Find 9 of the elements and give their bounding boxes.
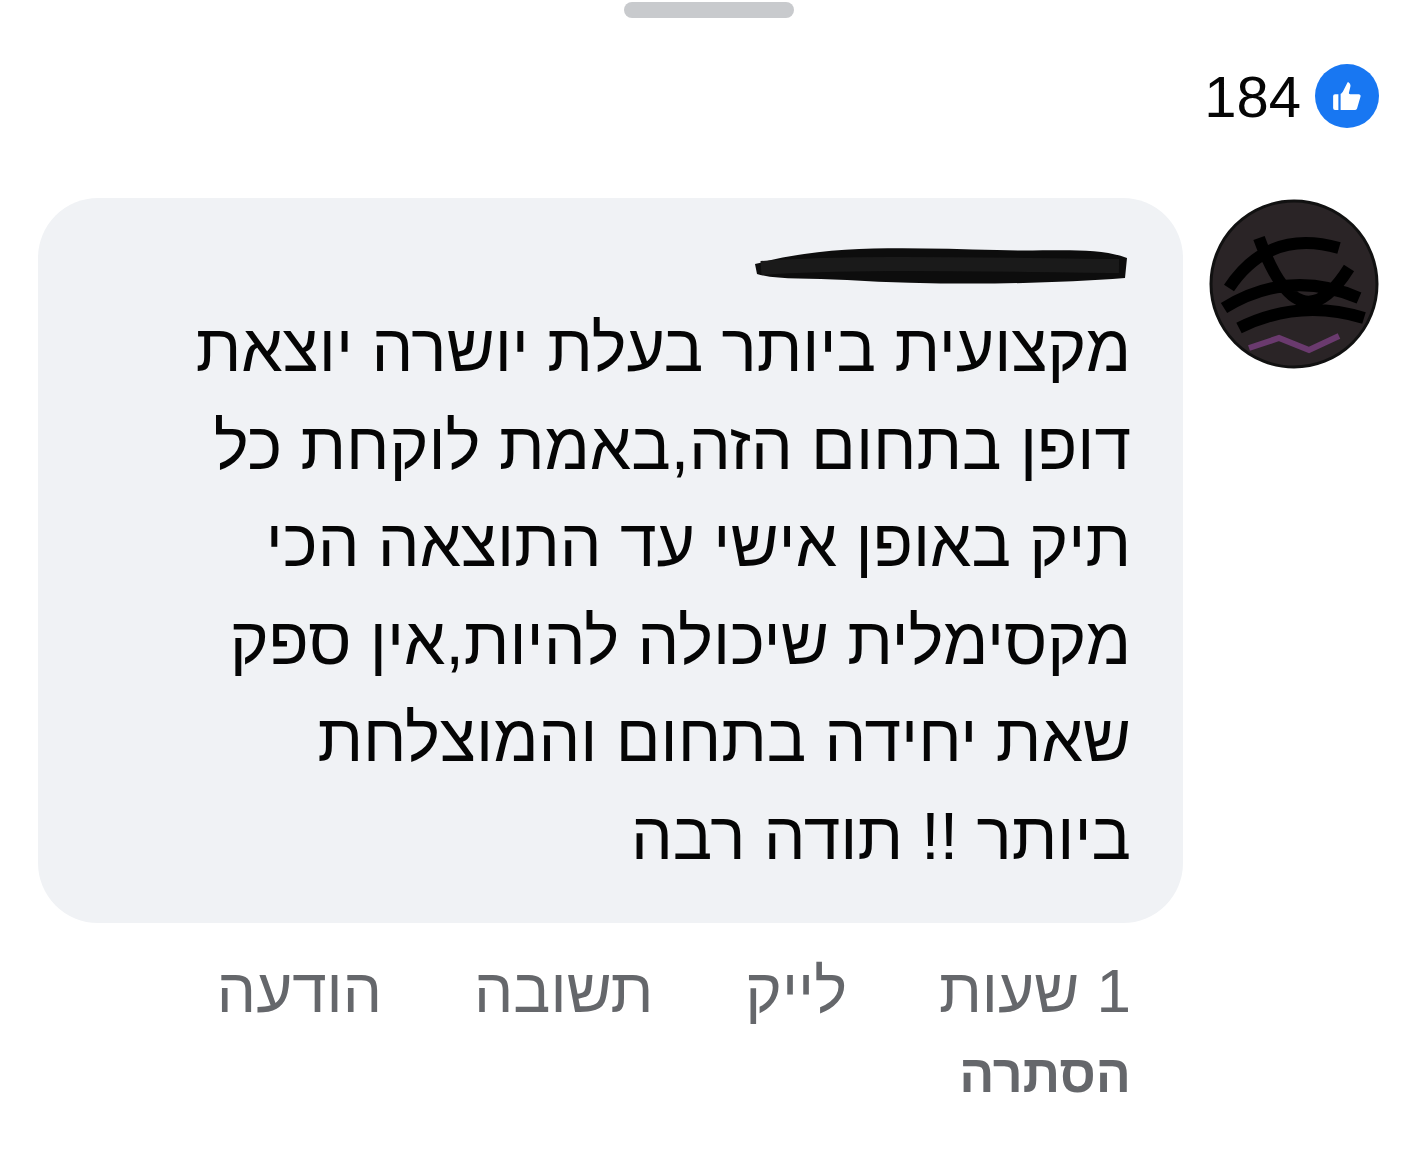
comment-time: 1 שעות xyxy=(939,955,1131,1026)
comment-text: מקצועית ביותר בעלת יושרה יוצאת דופן בתחום הזה,באמת לוקחת כל תיק באופן אישי עד התוצאה הכי מקסימלית שיכולה להיות,אין ספק שאת יחידה בתחום והמוצלחת ביותר !! תודה רבה xyxy=(195,310,1131,875)
hide-link[interactable]: הסתרה xyxy=(959,1044,1131,1104)
comment-action-link[interactable]: הודעה xyxy=(216,955,382,1026)
reaction-count: 184 xyxy=(1204,62,1301,130)
comment-action-link[interactable]: לייק xyxy=(745,955,847,1026)
avatar[interactable] xyxy=(1209,198,1379,370)
comment-action-link[interactable]: תשובה xyxy=(474,955,654,1026)
drag-handle[interactable] xyxy=(623,2,794,18)
